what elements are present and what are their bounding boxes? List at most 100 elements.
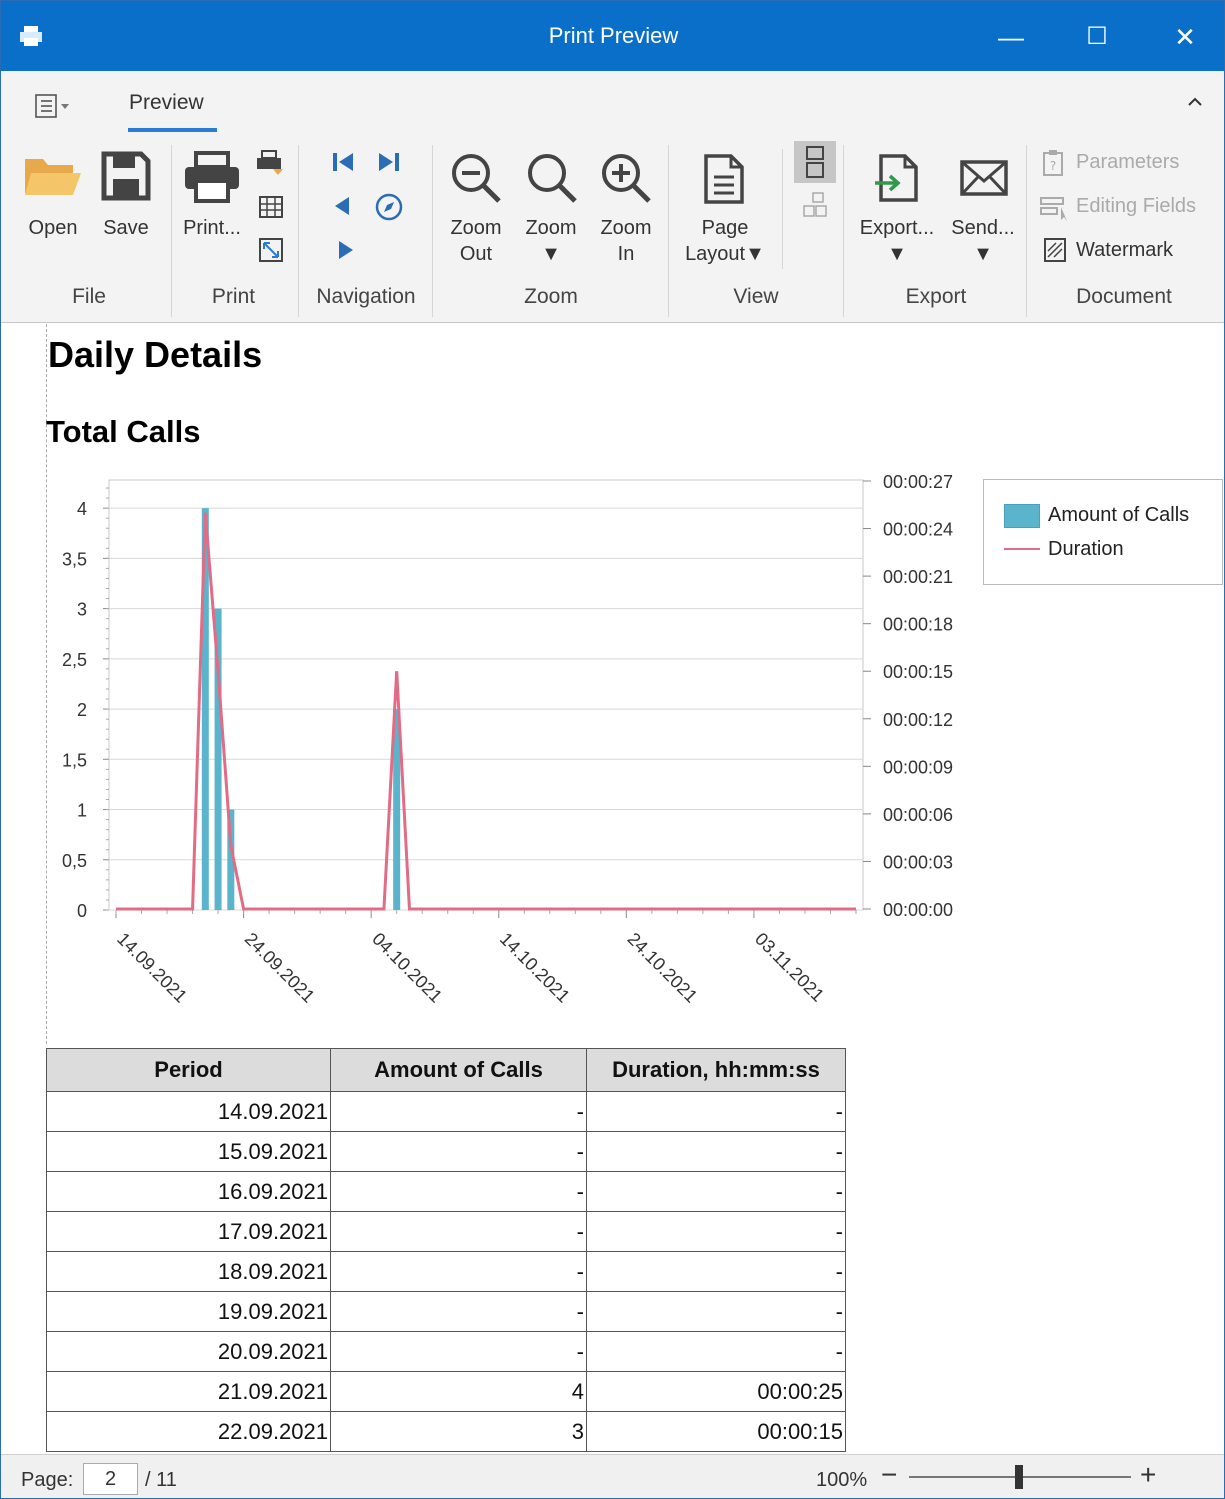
legend-line-duration [1004,548,1040,550]
zoom-out-button[interactable]: Zoom Out [441,215,511,267]
parameters-button[interactable]: Parameters [1076,151,1179,174]
print-button[interactable]: Print... [175,215,249,241]
cell-period: 18.09.2021 [46,1251,331,1292]
continuous-view-button[interactable] [794,141,836,183]
page-label: Page: [21,1469,74,1491]
save-button[interactable]: Save [93,215,159,241]
svg-text:?: ? [1050,159,1056,173]
report-preview-area[interactable]: Daily Details Total Calls 0 0,5 1 1,5 2 2,5 3 3… [1,324,1224,1454]
page-layout-button[interactable]: Page Layout▼ [677,215,773,267]
cell-duration: - [586,1331,846,1372]
go-to-page-icon[interactable] [374,192,404,222]
collapse-ribbon-icon[interactable] [1184,91,1206,113]
cell-duration: - [586,1211,846,1252]
calls-table: Period Amount of Calls Duration, hh:mm:s… [46,1048,846,1452]
right-axis-tick-label: 00:00:27 [883,474,953,492]
scale-icon[interactable] [258,237,284,263]
save-disk-icon [101,151,151,201]
tab-preview[interactable]: Preview [129,91,204,115]
x-axis-tick-label: 24.10.2021 [624,929,702,1007]
cell-period: 22.09.2021 [46,1411,331,1452]
previous-page-icon[interactable] [331,195,353,217]
maximize-button[interactable]: ☐ [1067,15,1127,59]
close-button[interactable]: ✕ [1155,15,1215,59]
first-page-icon[interactable] [331,151,357,173]
left-axis-tick-label: 2,5 [62,650,87,670]
cell-period: 16.09.2021 [46,1171,331,1212]
open-button[interactable]: Open [15,215,91,241]
group-label-navigation: Navigation [316,285,416,308]
cell-duration: - [586,1091,846,1132]
legend-swatch-amount [1004,504,1040,528]
zoom-in-icon [602,154,651,203]
cell-amount: - [330,1131,587,1172]
zoom-button[interactable]: Zoom ▼ [516,215,586,267]
left-axis-tick-label: 3,5 [62,549,87,569]
cell-amount: - [330,1291,587,1332]
right-axis-tick-label: 00:00:15 [883,662,953,682]
editing-fields-button[interactable]: Editing Fields [1076,195,1196,218]
column-header-duration: Duration, hh:mm:ss [586,1048,846,1092]
x-axis-tick-label: 24.09.2021 [241,929,319,1007]
column-header-period: Period [46,1048,331,1092]
cell-period: 20.09.2021 [46,1331,331,1372]
quick-print-icon[interactable] [255,149,285,177]
left-axis-tick-label: 0,5 [62,851,87,871]
table-row: 19.09.2021- - [46,1291,846,1332]
zoom-in-button[interactable]: Zoom In [591,215,661,267]
cell-amount: - [330,1171,587,1212]
table-row: 18.09.2021- - [46,1251,846,1292]
page-layout-icon [704,154,744,204]
cell-period: 17.09.2021 [46,1211,331,1252]
ribbon: Open Save File Print... Print Navigation… [1,139,1224,323]
ribbon-menu-icon[interactable] [35,93,75,119]
right-axis-tick-label: 00:00:18 [883,615,953,635]
next-page-icon[interactable] [335,239,357,261]
table-row: 16.09.2021- - [46,1171,846,1212]
watermark-button[interactable]: Watermark [1076,239,1173,262]
right-axis-tick-label: 00:00:09 [883,757,953,777]
watermark-icon [1044,238,1066,262]
right-axis-tick-label: 00:00:00 [883,900,953,920]
page-setup-icon[interactable] [258,195,284,219]
tab-preview-underline [128,128,217,132]
send-mail-icon [960,160,1008,196]
page-number-input[interactable]: 2 [83,1463,138,1495]
cell-amount: - [330,1331,587,1372]
left-axis-tick-label: 4 [77,499,87,519]
cell-duration: - [586,1171,846,1212]
cell-amount: - [330,1211,587,1252]
minimize-button[interactable]: — [981,15,1041,59]
left-axis-tick-label: 2 [77,700,87,720]
facing-pages-icon[interactable] [801,191,829,219]
cell-amount: - [330,1091,587,1132]
cell-duration: - [586,1251,846,1292]
send-button[interactable]: Send... ▼ [943,215,1023,267]
parameters-icon: ? [1043,150,1063,176]
group-label-export: Export [905,285,967,308]
plot-area [108,479,864,911]
left-axis-tick-label: 3 [77,600,87,620]
zoom-plus-button[interactable]: + [1140,1459,1156,1491]
ribbon-tab-row: Preview [1,71,1224,139]
table-row: 14.09.2021- - [46,1091,846,1132]
group-label-file: File [72,285,106,308]
cell-amount: - [330,1251,587,1292]
printer-icon [185,151,239,203]
zoom-minus-button[interactable]: − [881,1459,897,1491]
export-icon [875,154,918,202]
left-axis-tick-label: 1 [77,801,87,821]
group-label-print: Print [211,285,256,308]
export-button[interactable]: Export... ▼ [853,215,941,267]
x-axis-tick-label: 04.10.2021 [368,929,446,1007]
last-page-icon[interactable] [375,151,401,173]
zoom-slider-thumb[interactable] [1015,1465,1023,1489]
right-axis-tick-label: 00:00:03 [883,852,953,872]
window-title: Print Preview [548,23,679,48]
cell-duration: - [586,1131,846,1172]
page-total: / 11 [145,1469,177,1491]
chart-legend: Amount of Calls Duration [983,479,1223,585]
cell-duration: 00:00:15 [586,1411,846,1452]
zoom-icon [528,154,577,203]
table-row: 21.09.2021 4 00:00:25 [46,1371,846,1412]
